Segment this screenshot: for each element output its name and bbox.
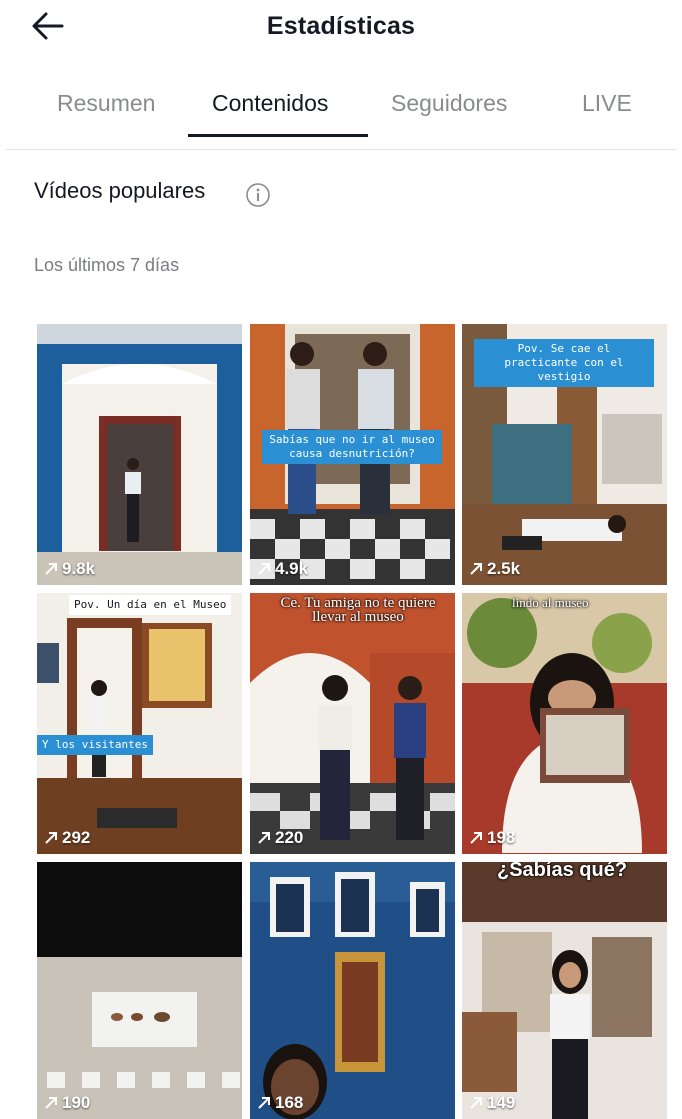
arrow-up-right-icon <box>258 832 270 844</box>
view-count-value: 9.8k <box>62 559 96 578</box>
view-count: 292 <box>43 828 90 848</box>
thumbnail-image <box>250 593 455 854</box>
arrow-up-right-icon <box>258 563 270 575</box>
thumbnail-image <box>37 862 242 1119</box>
video-thumbnail[interactable]: ¿Sabías qué? 149 <box>462 862 667 1119</box>
view-count: 2.5k <box>468 559 520 579</box>
video-caption: Sabías que no ir al museo causa desnutri… <box>262 430 442 464</box>
tab-contenidos[interactable]: Contenidos <box>212 90 328 117</box>
view-count-value: 2.5k <box>487 559 521 578</box>
thumbnail-image <box>462 862 667 1119</box>
arrow-up-right-icon <box>470 832 482 844</box>
video-caption: Pov. Se cae el practicante con el vestig… <box>474 339 654 387</box>
view-count: 149 <box>468 1093 515 1113</box>
info-button[interactable] <box>245 182 271 208</box>
top-bar: Estadísticas <box>0 0 682 56</box>
video-thumbnail[interactable]: Ce. Tu amiga no te quiere llevar al muse… <box>250 593 455 854</box>
video-caption: ¿Sabías qué? <box>497 862 628 881</box>
view-count-value: 198 <box>487 828 516 847</box>
view-count: 190 <box>43 1093 90 1113</box>
video-thumbnail[interactable]: Sabías que no ir al museo causa desnutri… <box>250 324 455 585</box>
video-thumbnail[interactable]: Pov. Se cae el practicante con el vestig… <box>462 324 667 585</box>
view-count-value: 292 <box>62 828 91 847</box>
video-thumbnail[interactable]: lindo al museo 198 <box>462 593 667 854</box>
video-thumbnail[interactable]: 190 <box>37 862 242 1119</box>
tab-live[interactable]: LIVE <box>582 90 632 117</box>
tab-resumen[interactable]: Resumen <box>57 90 155 117</box>
arrow-up-right-icon <box>470 563 482 575</box>
arrow-up-right-icon <box>45 563 57 575</box>
tab-seguidores[interactable]: Seguidores <box>391 90 507 117</box>
tabs-divider <box>6 149 676 150</box>
arrow-up-right-icon <box>45 832 57 844</box>
view-count-value: 4.9k <box>275 559 309 578</box>
view-count-value: 168 <box>275 1093 304 1112</box>
page-title: Estadísticas <box>266 12 416 40</box>
thumbnail-image <box>37 593 242 854</box>
video-caption: lindo al museo <box>512 595 589 610</box>
view-count-value: 149 <box>487 1093 516 1112</box>
view-count: 198 <box>468 828 515 848</box>
view-count: 168 <box>256 1093 303 1113</box>
video-thumbnail[interactable]: 168 <box>250 862 455 1119</box>
active-tab-indicator <box>188 134 368 137</box>
tab-bar: Resumen Contenidos Seguidores LIVE <box>0 82 682 138</box>
view-count-value: 190 <box>62 1093 91 1112</box>
arrow-up-right-icon <box>45 1097 57 1109</box>
thumbnail-image <box>462 593 667 854</box>
info-circle-icon <box>246 183 270 207</box>
video-caption-top: Pov. Un día en el Museo <box>69 595 232 615</box>
thumbnail-image <box>37 324 242 585</box>
view-count: 220 <box>256 828 303 848</box>
view-count: 4.9k <box>256 559 308 579</box>
video-grid: 9.8k Sabías que no ir al museo causa des… <box>37 324 667 1119</box>
view-count-value: 220 <box>275 828 304 847</box>
arrow-up-right-icon <box>470 1097 482 1109</box>
view-count: 9.8k <box>43 559 95 579</box>
section-title: Vídeos populares <box>34 178 206 203</box>
thumbnail-image <box>250 862 455 1119</box>
arrow-up-right-icon <box>258 1097 270 1109</box>
video-caption: Y los visitantes <box>37 735 153 755</box>
video-caption: Ce. Tu amiga no te quiere llevar al muse… <box>280 595 436 625</box>
period-label: Los últimos 7 días <box>34 255 180 275</box>
video-thumbnail[interactable]: 9.8k <box>37 324 242 585</box>
video-thumbnail[interactable]: Pov. Un día en el Museo Y los visitantes… <box>37 593 242 854</box>
